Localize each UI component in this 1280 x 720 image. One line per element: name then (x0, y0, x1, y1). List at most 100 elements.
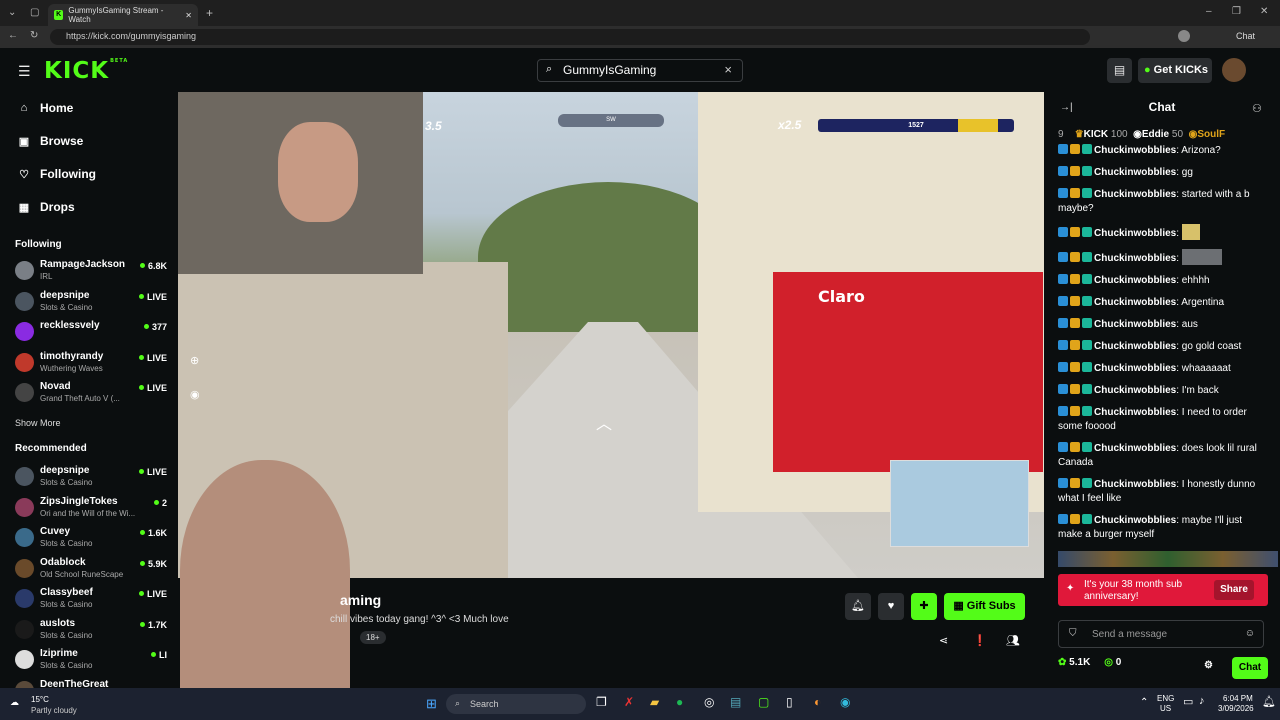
sidebar-channel[interactable]: timothyrandy Wuthering Waves LIVE (15, 351, 167, 379)
notification-icon[interactable]: 🔔︎ (1262, 695, 1276, 708)
chat-username[interactable]: Chuckinwobblies (1094, 363, 1176, 374)
file-explorer-icon[interactable]: ▰ (650, 695, 659, 709)
share-anniversary-button[interactable]: Share (1214, 580, 1254, 600)
volume-icon[interactable]: ♪ (1199, 695, 1205, 707)
get-kicks-button[interactable]: ● Get KICKs (1138, 58, 1212, 83)
camera-icon[interactable]: ◉ (190, 388, 200, 401)
chat-username[interactable]: Chuckinwobblies (1094, 228, 1176, 239)
clear-search-icon[interactable]: × (724, 62, 732, 77)
back-icon[interactable]: ← (8, 30, 18, 41)
browse-icon: ▣ (18, 135, 30, 148)
sidebar-channel[interactable]: Novad Grand Theft Auto V (... LIVE (15, 381, 167, 409)
nav-arrow-icon[interactable]: ︿ (596, 410, 612, 434)
chat-username[interactable]: Chuckinwobblies (1094, 253, 1176, 264)
library-button[interactable]: ▤ (1107, 58, 1132, 83)
sidebar-channel[interactable]: ZipsJingleTokes Ori and the Will of the W… (15, 496, 167, 524)
leaderboard-icon[interactable]: ⚇ (1252, 102, 1262, 115)
sidebar-channel[interactable]: deepsnipe Slots & Casino LIVE (15, 290, 167, 318)
follow-button[interactable]: ♥ (878, 593, 904, 620)
sidebar-channel[interactable]: recklessvely 377 (15, 320, 167, 348)
clock-time[interactable]: 6:04 PM (1223, 694, 1253, 703)
move-icon[interactable]: ⊕ (190, 354, 199, 367)
channel-points[interactable]: 5.1K (1069, 657, 1090, 668)
settings-gear-icon[interactable]: ⚙ (1204, 660, 1213, 671)
notepad-icon[interactable]: ▯ (786, 695, 793, 709)
chat-username[interactable]: Chuckinwobblies (1094, 443, 1176, 454)
chat-username[interactable]: Chuckinwobblies (1094, 341, 1176, 352)
minimize-icon[interactable]: – (1206, 6, 1212, 17)
chat-text: gg (1181, 167, 1193, 178)
channel-category: Slots & Casino (40, 600, 93, 609)
tab-menu-icon[interactable]: ⌄ (8, 7, 16, 18)
sidebar-channel[interactable]: RampageJackson IRL 6.8K (15, 259, 167, 287)
app-icon-4[interactable]: ▢ (758, 695, 769, 709)
nav-home[interactable]: ⌂ Home (18, 101, 74, 115)
group-icon[interactable]: 👥︎ (1006, 634, 1020, 647)
user-avatar[interactable] (1222, 58, 1246, 82)
channel-name: deepsnipe (40, 289, 90, 301)
show-more-link[interactable]: Show More (15, 418, 61, 428)
edge-icon[interactable]: ◉ (840, 695, 850, 709)
notification-button[interactable]: 🔔︎ (845, 593, 871, 620)
tray-chevron-icon[interactable]: ⌃ (1140, 697, 1148, 708)
chat-username[interactable]: Chuckinwobblies (1094, 145, 1176, 156)
windows-start-icon[interactable]: ⊞ (426, 696, 437, 712)
sidebar-channel[interactable]: Classybeef Slots & Casino LIVE (15, 587, 167, 615)
task-view-icon[interactable]: ❐ (596, 695, 607, 709)
chat-username[interactable]: Chuckinwobblies (1094, 275, 1176, 286)
browser-tab[interactable]: K GummyIsGaming Stream - Watch ✕ (48, 4, 198, 26)
kick-logo[interactable]: KICKBETA (44, 58, 128, 84)
send-chat-button[interactable]: Chat (1232, 657, 1268, 679)
sidebar-channel[interactable]: Iziprime Slots & Casino LI (15, 648, 167, 676)
url-field[interactable]: https://kick.com/gummyisgaming (50, 29, 1090, 45)
info-icon[interactable]: ❗ (973, 634, 987, 647)
chat-username[interactable]: Chuckinwobblies (1094, 407, 1176, 418)
app-icon-1[interactable]: ✗ (624, 695, 634, 709)
hamburger-menu-icon[interactable]: ☰ (18, 63, 31, 80)
copilot-chat-button[interactable]: Chat (1236, 31, 1255, 41)
emote-strip[interactable] (1058, 551, 1278, 567)
chat-username[interactable]: Chuckinwobblies (1094, 479, 1176, 490)
chat-message-input[interactable]: ⛉ Send a message ☺ (1058, 620, 1264, 648)
nav-drops[interactable]: ▦ Drops (18, 200, 75, 214)
subscriber-badge-icon (1058, 188, 1068, 198)
close-tab-icon[interactable]: ✕ (185, 11, 192, 20)
chat-username[interactable]: Chuckinwobblies (1094, 515, 1176, 526)
lang-top[interactable]: ENG (1157, 694, 1174, 703)
emoji-icon[interactable]: ☺ (1245, 628, 1255, 639)
chat-username[interactable]: Chuckinwobblies (1094, 189, 1176, 200)
chat-username[interactable]: Chuckinwobblies (1094, 319, 1176, 330)
maximize-icon[interactable]: ❐ (1232, 6, 1241, 17)
channel-avatar (15, 322, 34, 341)
spotify-icon[interactable]: ● (676, 695, 683, 709)
emote-image (1181, 249, 1222, 265)
refresh-icon[interactable]: ↻ (30, 30, 38, 41)
app-icon-3[interactable]: ▤ (730, 695, 741, 709)
sidebar-channel[interactable]: auslots Slots & Casino 1.7K (15, 618, 167, 646)
nav-browse[interactable]: ▣ Browse (18, 134, 84, 148)
clock-date[interactable]: 3/09/2026 (1218, 704, 1254, 713)
nav-following[interactable]: ♡ Following (18, 167, 96, 181)
sidebar-channel[interactable]: Cuvey Slots & Casino 1.6K (15, 526, 167, 554)
chat-username[interactable]: Chuckinwobblies (1094, 297, 1176, 308)
subscribe-button[interactable]: ✚ (911, 593, 937, 620)
close-window-icon[interactable]: ✕ (1260, 6, 1268, 17)
taskbar-search[interactable]: ⌕ Search (446, 694, 586, 714)
guess-minimap[interactable] (890, 460, 1029, 547)
chat-username[interactable]: Chuckinwobblies (1094, 385, 1176, 396)
channel-avatar (15, 619, 34, 639)
sidebar-channel[interactable]: deepsnipe Slots & Casino LIVE (15, 465, 167, 493)
workspaces-icon[interactable]: ▢ (30, 7, 39, 18)
search-input[interactable]: ⌕ GummyIsGaming × (537, 59, 743, 82)
app-icon-2[interactable]: ◎ (704, 695, 714, 709)
lang-bottom[interactable]: US (1160, 704, 1171, 713)
gifter-badge-icon (1082, 478, 1092, 488)
app-icon-5[interactable]: ◐ (814, 695, 821, 709)
share-icon[interactable]: ⋖ (939, 634, 948, 647)
gift-subs-button[interactable]: ▦ Gift Subs (944, 593, 1025, 620)
network-icon[interactable]: ▭ (1183, 695, 1193, 708)
new-tab-icon[interactable]: + (206, 6, 213, 20)
chat-username[interactable]: Chuckinwobblies (1094, 167, 1176, 178)
sidebar-channel[interactable]: Odablock Old School RuneScape 5.9K (15, 557, 167, 585)
profile-icon[interactable] (1178, 30, 1190, 42)
